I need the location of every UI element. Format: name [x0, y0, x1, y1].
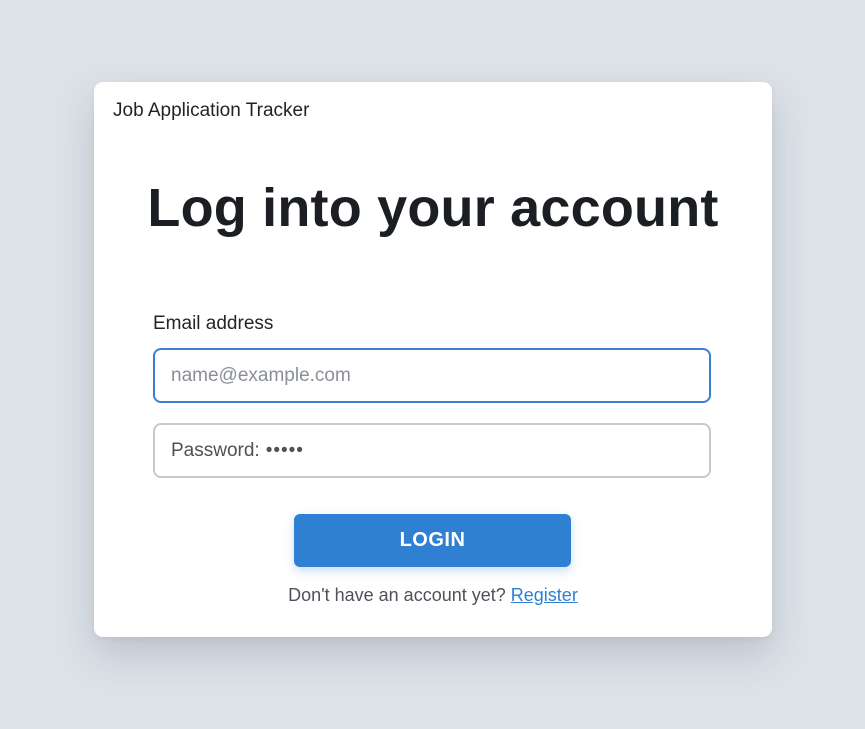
register-link[interactable]: Register — [511, 585, 578, 605]
email-field[interactable] — [153, 348, 711, 403]
email-label: Email address — [153, 313, 274, 334]
register-prompt: Don't have an account yet? — [288, 585, 506, 605]
password-mask: ••••• — [265, 439, 304, 461]
password-label: Password: — [171, 439, 260, 461]
register-prompt-line: Don't have an account yet? Register — [94, 585, 772, 606]
login-card: Job Application Tracker Log into your ac… — [94, 82, 772, 637]
password-field[interactable]: Password: ••••• — [153, 423, 711, 478]
page-title: Log into your account — [147, 178, 719, 238]
app-title: Job Application Tracker — [113, 100, 310, 121]
login-button[interactable]: LOGIN — [294, 514, 571, 567]
